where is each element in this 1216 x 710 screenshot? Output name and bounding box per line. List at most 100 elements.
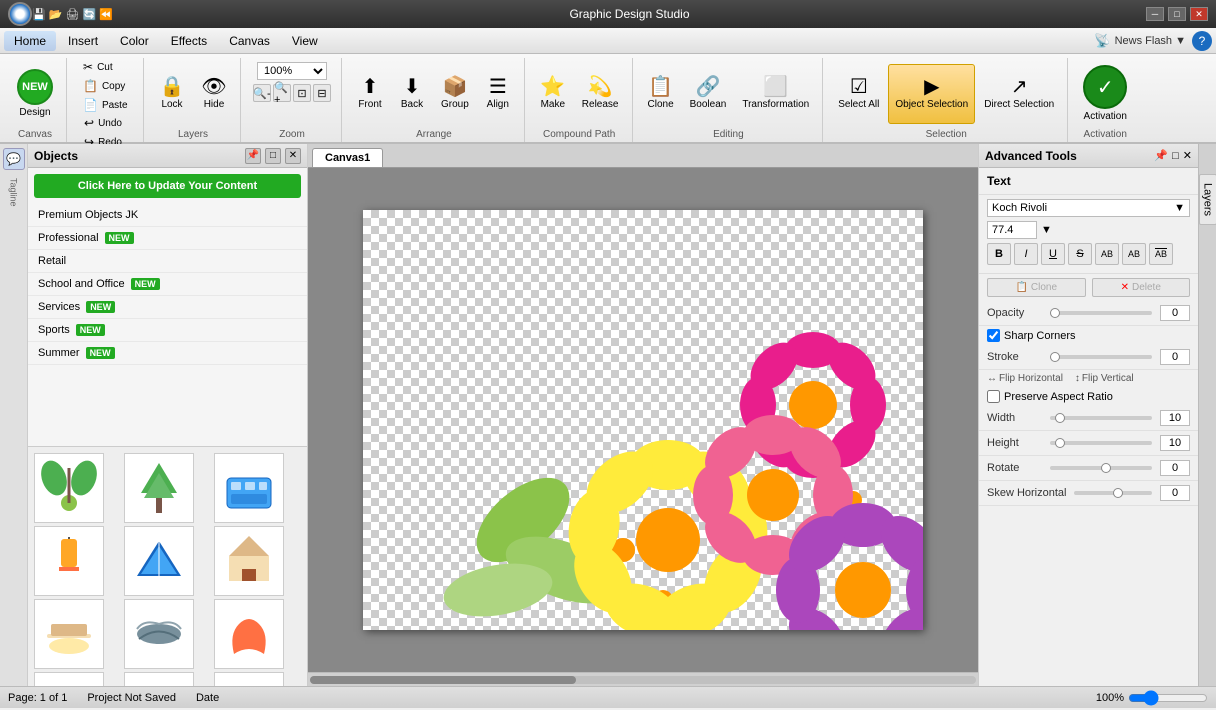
underline-btn[interactable]: U [1041, 243, 1065, 265]
thumb-7[interactable] [124, 599, 194, 669]
zoom-in-btn[interactable]: 🔍+ [273, 84, 291, 102]
smallcaps-btn[interactable]: AB [1095, 243, 1119, 265]
copy-btn[interactable]: 📋 Copy [76, 77, 136, 95]
thumb-0[interactable] [34, 453, 104, 523]
flip-horizontal-btn[interactable]: ↔ Flip Horizontal [987, 373, 1063, 384]
menu-home[interactable]: Home [4, 31, 56, 51]
tagline-chat-icon[interactable]: 💬 [3, 148, 25, 170]
obj-item-1[interactable]: Professional NEW [28, 227, 307, 250]
group-btn[interactable]: 📦 Group [434, 64, 476, 124]
objects-restore-btn[interactable]: □ [265, 148, 281, 164]
hscroll-track[interactable] [310, 676, 976, 684]
news-flash[interactable]: 📡 News Flash ▼ [1094, 33, 1186, 49]
boolean-btn[interactable]: 🔗 Boolean [683, 64, 734, 124]
restore-btn[interactable]: □ [1168, 7, 1186, 21]
make-btn[interactable]: ⭐ Make [533, 64, 573, 124]
thumb-6[interactable] [34, 599, 104, 669]
thumb-5[interactable] [214, 526, 284, 596]
release-btn[interactable]: 💫 Release [575, 64, 626, 124]
close-btn[interactable]: ✕ [1190, 7, 1208, 21]
height-value[interactable] [1160, 435, 1190, 451]
opacity-thumb[interactable] [1050, 308, 1060, 318]
width-value[interactable] [1160, 410, 1190, 426]
thumb-1[interactable] [124, 453, 194, 523]
menu-view[interactable]: View [282, 31, 328, 51]
thumb-2[interactable] [214, 453, 284, 523]
canvas-hscroll[interactable] [308, 672, 978, 686]
canvas-viewport[interactable] [308, 168, 978, 672]
objects-pin-btn[interactable]: 📌 [245, 148, 261, 164]
thumb-11[interactable] [214, 672, 284, 686]
adv-close-btn[interactable]: ✕ [1183, 149, 1192, 162]
skew-h-value[interactable] [1160, 485, 1190, 501]
italic-btn[interactable]: I [1014, 243, 1038, 265]
activation-btn[interactable]: ✓ Activation [1076, 59, 1134, 129]
zoom-fit-btn[interactable]: ⊡ [293, 84, 311, 102]
adv-delete-btn[interactable]: ✕ Delete [1092, 278, 1191, 297]
sharp-corners-checkbox[interactable] [987, 329, 1000, 342]
thumb-10[interactable] [124, 672, 194, 686]
superscript-btn[interactable]: AB [1122, 243, 1146, 265]
zoom-reset-btn[interactable]: ⊟ [313, 84, 331, 102]
width-slider[interactable] [1050, 416, 1152, 420]
help-btn[interactable]: ? [1192, 31, 1212, 51]
adv-restore-btn[interactable]: □ [1172, 150, 1179, 162]
hscroll-thumb[interactable] [310, 676, 576, 684]
adv-clone-btn[interactable]: 📋 Clone [987, 278, 1086, 297]
obj-item-5[interactable]: Sports NEW [28, 319, 307, 342]
front-btn[interactable]: ⬆ Front [350, 64, 390, 124]
font-select[interactable]: Koch Rivoli ▼ [987, 199, 1190, 217]
opacity-value[interactable] [1160, 305, 1190, 321]
rotate-thumb[interactable] [1101, 463, 1111, 473]
menu-effects[interactable]: Effects [161, 31, 217, 51]
font-size-select[interactable]: 77.4 [987, 221, 1037, 239]
clone-ribbon-btn[interactable]: 📋 Clone [641, 64, 681, 124]
thumb-3[interactable] [34, 526, 104, 596]
stroke-value[interactable] [1160, 349, 1190, 365]
design-btn[interactable]: NEW Design [10, 64, 60, 124]
cut-btn[interactable]: ✂ Cut [76, 58, 136, 76]
obj-item-4[interactable]: Services NEW [28, 296, 307, 319]
zoom-out-btn[interactable]: 🔍- [253, 84, 271, 102]
obj-item-0[interactable]: Premium Objects JK [28, 204, 307, 227]
skew-h-slider[interactable] [1074, 491, 1152, 495]
paste-btn[interactable]: 📄 Paste [76, 96, 136, 114]
select-all-btn[interactable]: ☑ Select All [831, 64, 886, 124]
strikethrough-btn[interactable]: S [1068, 243, 1092, 265]
preserve-aspect-checkbox[interactable] [987, 390, 1000, 403]
rotate-value[interactable] [1160, 460, 1190, 476]
flip-vertical-btn[interactable]: ↕ Flip Vertical [1075, 373, 1134, 384]
back-btn[interactable]: ⬇ Back [392, 64, 432, 124]
thumb-9[interactable] [34, 672, 104, 686]
width-thumb[interactable] [1055, 413, 1065, 423]
text-tab-label[interactable]: Text [987, 172, 1190, 190]
menu-canvas[interactable]: Canvas [219, 31, 280, 51]
hide-btn[interactable]: 👁 Hide [194, 64, 234, 124]
direct-selection-btn[interactable]: ↗ Direct Selection [977, 64, 1061, 124]
thumb-4[interactable] [124, 526, 194, 596]
bold-btn[interactable]: B [987, 243, 1011, 265]
status-zoom-slider[interactable] [1128, 690, 1208, 706]
layers-tab[interactable]: Layers [1199, 174, 1216, 225]
obj-item-6[interactable]: Summer NEW [28, 342, 307, 365]
align-btn[interactable]: ☰ Align [478, 64, 518, 124]
minimize-btn[interactable]: ─ [1146, 7, 1164, 21]
canvas-tab-1[interactable]: Canvas1 [312, 148, 383, 167]
object-selection-btn[interactable]: ▶ Object Selection [888, 64, 975, 124]
height-slider[interactable] [1050, 441, 1152, 445]
skew-h-thumb[interactable] [1113, 488, 1123, 498]
undo-btn[interactable]: ↩ Undo [77, 114, 137, 132]
transformation-btn[interactable]: ⬜ Transformation [735, 64, 816, 124]
opacity-slider[interactable] [1050, 311, 1152, 315]
update-content-btn[interactable]: Click Here to Update Your Content [34, 174, 301, 198]
menu-color[interactable]: Color [110, 31, 159, 51]
subscript-btn[interactable]: AB [1149, 243, 1173, 265]
adv-pin-btn[interactable]: 📌 [1154, 149, 1168, 162]
thumb-8[interactable] [214, 599, 284, 669]
rotate-slider[interactable] [1050, 466, 1152, 470]
obj-item-2[interactable]: Retail [28, 250, 307, 273]
height-thumb[interactable] [1055, 438, 1065, 448]
stroke-thumb[interactable] [1050, 352, 1060, 362]
obj-item-3[interactable]: School and Office NEW [28, 273, 307, 296]
menu-insert[interactable]: Insert [58, 31, 108, 51]
